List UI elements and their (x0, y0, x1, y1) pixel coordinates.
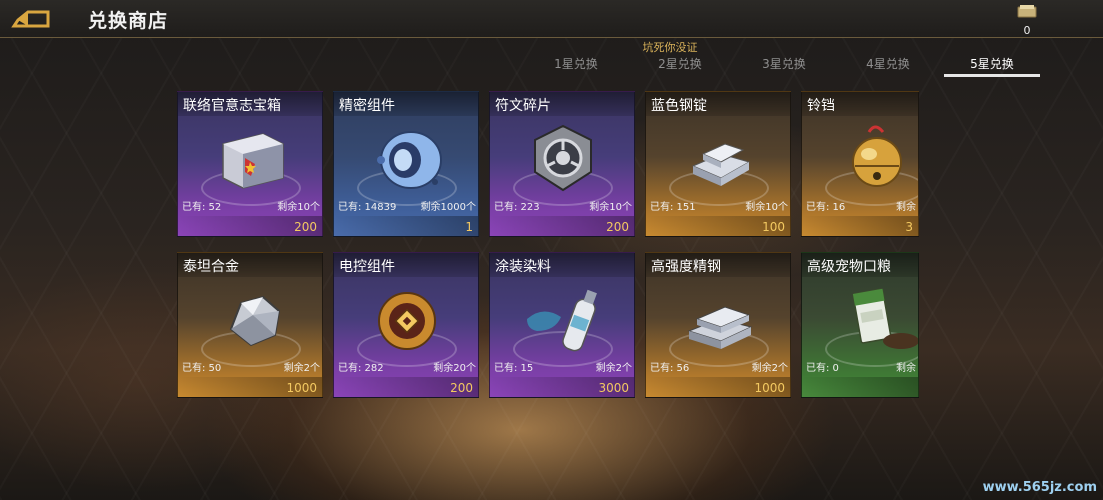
shop-item-card[interactable]: 铃铛 已有: 16 剩余 3 (801, 91, 919, 237)
item-name: 铃铛 (807, 98, 835, 114)
shop-item-card[interactable]: 符文碎片 已有: 223 剩余10个 200 (489, 91, 635, 237)
item-name: 电控组件 (339, 259, 395, 275)
remaining-count: 剩余 (896, 363, 916, 374)
shop-item-card[interactable]: 联络官意志宝箱 已有: 52 剩余10个 200 (177, 91, 323, 237)
item-cost: 3 (802, 216, 918, 236)
item-cost: 200 (334, 377, 478, 397)
shop-item-card[interactable]: 蓝色钢锭 已有: 151 剩余10个 100 (645, 91, 791, 237)
rune-fragment-icon (534, 124, 592, 192)
shop-item-card[interactable]: 高强度精钢 已有: 56 剩余2个 1000 (645, 252, 791, 398)
remaining-count: 剩余20个 (433, 363, 476, 374)
precision-component-icon (377, 131, 442, 189)
item-name: 蓝色钢锭 (651, 98, 707, 114)
owned-count: 已有: 50 (182, 363, 222, 374)
shop-item-card[interactable]: 泰坦合金 已有: 50 剩余2个 1000 (177, 252, 323, 398)
remaining-count: 剩余10个 (589, 202, 632, 213)
remaining-count: 剩余10个 (745, 202, 788, 213)
owned-count: 已有: 14839 (338, 202, 397, 213)
item-name: 涂装染料 (495, 259, 551, 275)
item-name: 高强度精钢 (651, 259, 721, 275)
owned-count: 已有: 16 (806, 202, 846, 213)
item-cost: 200 (490, 216, 634, 236)
item-cost: 1 (334, 216, 478, 236)
spray-paint-icon (527, 289, 597, 352)
shop-item-card[interactable]: 精密组件 已有: 14839 剩余1000个 1 (333, 91, 479, 237)
remaining-count: 剩余10个 (277, 202, 320, 213)
watermark: www.565jz.com (982, 480, 1097, 495)
owned-count: 已有: 0 (806, 363, 839, 374)
item-grid: 联络官意志宝箱 已有: 52 剩余10个 200 精密组件 已有: 14839 … (0, 0, 1103, 500)
owned-count: 已有: 56 (650, 363, 690, 374)
treasure-chest-icon (222, 133, 284, 189)
shop-item-card[interactable]: 电控组件 已有: 282 剩余20个 200 (333, 252, 479, 398)
refined-steel-icon (687, 306, 753, 349)
item-name: 精密组件 (339, 98, 395, 114)
item-cost: 100 (646, 216, 790, 236)
pet-food-icon (852, 288, 918, 349)
item-cost (802, 377, 918, 397)
owned-count: 已有: 52 (182, 202, 222, 213)
owned-count: 已有: 151 (650, 202, 696, 213)
item-name: 符文碎片 (495, 98, 551, 114)
owned-count: 已有: 282 (338, 363, 384, 374)
owned-count: 已有: 15 (494, 363, 534, 374)
item-cost: 3000 (490, 377, 634, 397)
bell-icon (852, 125, 902, 187)
remaining-count: 剩余1000个 (420, 202, 476, 213)
titan-alloy-icon (229, 295, 281, 347)
item-name: 泰坦合金 (183, 259, 239, 275)
item-cost: 1000 (178, 377, 322, 397)
shop-item-card[interactable]: 涂装染料 已有: 15 剩余2个 3000 (489, 252, 635, 398)
remaining-count: 剩余2个 (595, 363, 632, 374)
owned-count: 已有: 223 (494, 202, 540, 213)
item-name: 高级宠物口粮 (807, 259, 891, 275)
item-cost: 200 (178, 216, 322, 236)
remaining-count: 剩余2个 (283, 363, 320, 374)
remaining-count: 剩余 (896, 202, 916, 213)
remaining-count: 剩余2个 (751, 363, 788, 374)
item-name: 联络官意志宝箱 (183, 98, 281, 114)
item-cost: 1000 (646, 377, 790, 397)
shop-item-card[interactable]: 高级宠物口粮 已有: 0 剩余 (801, 252, 919, 398)
steel-ingot-icon (691, 143, 751, 186)
electric-component-icon (378, 292, 436, 350)
